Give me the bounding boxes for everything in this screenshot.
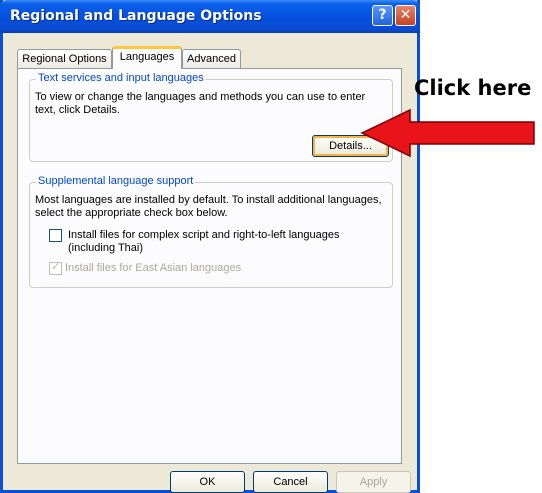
help-button[interactable]: ? <box>372 5 393 26</box>
cancel-button[interactable]: Cancel <box>253 471 328 493</box>
languages-tab-panel: Text services and input languages To vie… <box>17 68 402 464</box>
complex-script-label[interactable]: Install files for complex script and rig… <box>68 229 386 255</box>
apply-button[interactable]: Apply <box>336 471 411 493</box>
supplemental-language-group: Supplemental language support Most langu… <box>29 175 393 288</box>
text-services-group-title: Text services and input languages <box>36 72 206 84</box>
east-asian-checkbox[interactable]: ✓ <box>49 261 62 275</box>
window-title: Regional and Language Options <box>10 8 262 24</box>
complex-script-checkbox[interactable] <box>49 229 62 242</box>
text-services-description: To view or change the languages and meth… <box>35 91 366 116</box>
text-services-group: Text services and input languages To vie… <box>29 72 393 162</box>
tab-advanced[interactable]: Advanced <box>182 49 241 68</box>
supplemental-description: Most languages are installed by default.… <box>35 194 382 219</box>
tab-regional-options[interactable]: Regional Options <box>17 49 112 68</box>
title-bar[interactable]: Regional and Language Options ? ✕ <box>0 0 420 33</box>
help-icon: ? <box>378 7 387 23</box>
red-arrow-icon <box>360 108 535 158</box>
east-asian-label[interactable]: Install files for East Asian languages <box>65 262 241 275</box>
ok-button[interactable]: OK <box>170 471 245 493</box>
click-here-annotation: Click here <box>414 76 532 100</box>
close-icon: ✕ <box>399 7 412 23</box>
checkmark-icon: ✓ <box>51 261 61 273</box>
supplemental-group-title: Supplemental language support <box>36 175 196 187</box>
close-button[interactable]: ✕ <box>395 5 416 26</box>
tab-languages[interactable]: Languages <box>112 46 182 69</box>
